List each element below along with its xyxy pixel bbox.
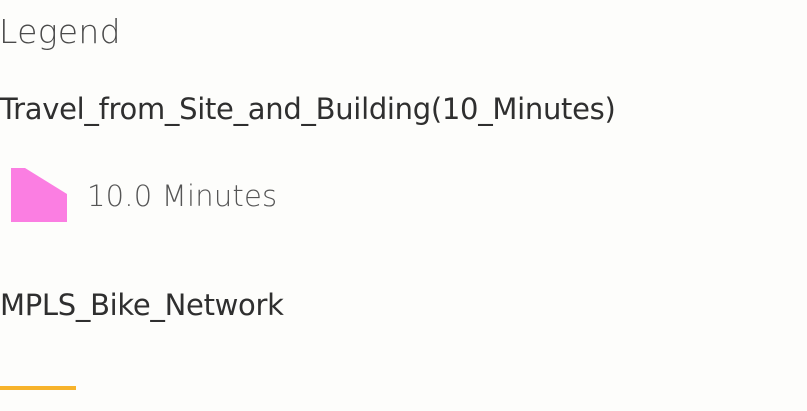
legend-panel: Legend Travel_from_Site_and_Building(10_… xyxy=(0,0,807,411)
polygon-swatch-icon xyxy=(11,168,67,222)
legend-item-10-minutes: 10.0 Minutes xyxy=(11,168,277,224)
layer-title-travel-area: Travel_from_Site_and_Building(10_Minutes… xyxy=(0,92,616,126)
line-swatch-icon xyxy=(0,386,76,390)
legend-heading: Legend xyxy=(0,12,121,51)
layer-title-bike-network: MPLS_Bike_Network xyxy=(0,288,284,322)
legend-item-label: 10.0 Minutes xyxy=(87,179,278,213)
